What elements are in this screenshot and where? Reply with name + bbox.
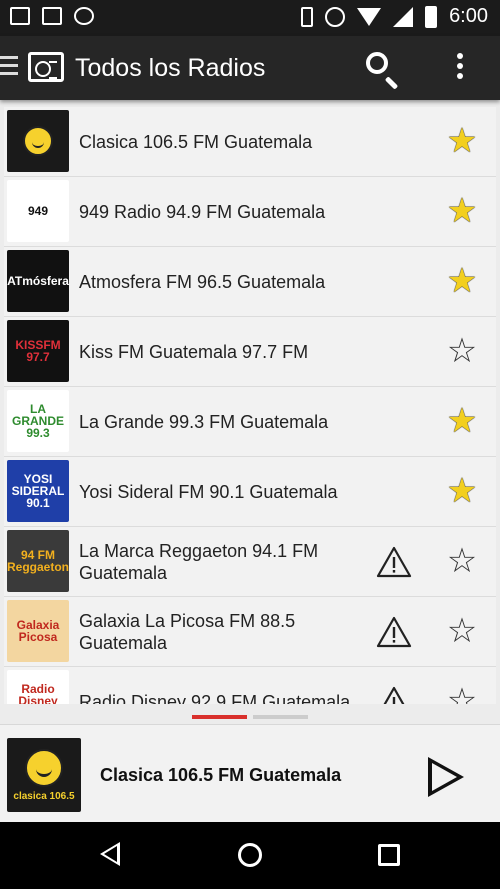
- signal-icon: [393, 6, 414, 27]
- station-row[interactable]: LA GRANDE 99.3 La Grande 99.3 FM Guatemal…: [4, 387, 496, 457]
- warning-icon[interactable]: [376, 545, 412, 579]
- station-name: Atmosfera FM 96.5 Guatemala: [79, 271, 326, 292]
- warning-icon[interactable]: [376, 615, 412, 649]
- station-name: La Grande 99.3 FM Guatemala: [79, 411, 329, 432]
- page-indicator-active: [192, 715, 247, 719]
- station-row[interactable]: 949 949 Radio 94.9 FM Guatemala ★: [4, 177, 496, 247]
- page-indicator: [0, 715, 500, 720]
- image-icon: [10, 7, 30, 25]
- station-logo: KISSFM 97.7: [7, 320, 69, 382]
- status-bar: 6:00: [0, 0, 500, 36]
- station-logo: Galaxia Picosa: [7, 600, 69, 662]
- station-name: Radio Disney 92.9 FM Guatemala: [79, 691, 351, 705]
- radio-icon[interactable]: [28, 52, 64, 82]
- play-icon[interactable]: [428, 757, 464, 797]
- station-logo-text: Galaxia Picosa: [16, 618, 60, 644]
- station-logo: LA GRANDE 99.3: [7, 390, 69, 452]
- station-logo-text: ATmósfera: [7, 274, 69, 288]
- station-list[interactable]: Clasica 106.5 FM Guatemala ★ 949 949 Radio …: [4, 107, 496, 704]
- station-name: La Marca Reggaeton 94.1 FM Guatemala: [79, 540, 319, 583]
- station-logo-text: LA GRANDE 99.3: [11, 402, 64, 440]
- station-row[interactable]: KISSFM 97.7 Kiss FM Guatemala 97.7 FM ☆: [4, 317, 496, 387]
- station-name: 949 Radio 94.9 FM Guatemala: [79, 201, 326, 222]
- station-logo: 949: [7, 180, 69, 242]
- page-indicator-inactive: [253, 715, 308, 719]
- station-name: Kiss FM Guatemala 97.7 FM: [79, 341, 309, 362]
- station-name: Galaxia La Picosa FM 88.5 Guatemala: [79, 610, 296, 653]
- station-logo: Radio Disney 929: [7, 670, 69, 704]
- alarm-icon: [325, 6, 346, 27]
- clock: 6:00: [449, 5, 488, 27]
- wifi-icon: [357, 7, 382, 26]
- globe-icon: [74, 7, 94, 25]
- station-logo: ATmósfera: [7, 250, 69, 312]
- app-bar: Todos los Radios: [0, 36, 500, 100]
- now-playing-title: Clasica 106.5 FM Guatemala: [100, 765, 342, 785]
- unfavorite-star-icon[interactable]: ☆: [442, 611, 482, 651]
- warning-icon[interactable]: [376, 685, 412, 704]
- now-playing-logo-text: clasica 106.5: [13, 790, 75, 802]
- recents-icon[interactable]: [378, 844, 400, 866]
- system-nav-bar: [0, 822, 500, 889]
- smiley-logo-icon: [25, 748, 63, 787]
- favorite-star-icon[interactable]: ★: [442, 191, 482, 231]
- station-row[interactable]: Clasica 106.5 FM Guatemala ★: [4, 107, 496, 177]
- station-row[interactable]: YOSI SIDERAL 90.1 Yosi Sideral FM 90.1 Gu…: [4, 457, 496, 527]
- unfavorite-star-icon[interactable]: ☆: [442, 541, 482, 581]
- favorite-star-icon[interactable]: ★: [442, 471, 482, 511]
- menu-icon[interactable]: [0, 56, 18, 80]
- favorite-star-icon[interactable]: ★: [442, 401, 482, 441]
- radio-notification-icon: [42, 7, 62, 25]
- station-row[interactable]: Radio Disney 929 Radio Disney 92.9 FM Gua…: [4, 667, 496, 704]
- station-row[interactable]: ATmósfera Atmosfera FM 96.5 Guatemala ★: [4, 247, 496, 317]
- station-row[interactable]: 94 FM Reggaeton La Marca Reggaeton 94.1 F…: [4, 527, 496, 597]
- vibrate-icon: [301, 6, 314, 27]
- station-logo-text: Radio Disney 929: [18, 682, 58, 704]
- station-logo: YOSI SIDERAL 90.1: [7, 460, 69, 522]
- smiley-logo-icon: [23, 126, 53, 156]
- page-title: Todos los Radios: [75, 54, 266, 82]
- station-name: Clasica 106.5 FM Guatemala: [79, 131, 313, 152]
- home-icon[interactable]: [238, 843, 262, 867]
- station-logo-text: 94 FM Reggaeton: [7, 548, 69, 574]
- station-name: Yosi Sideral FM 90.1 Guatemala: [79, 481, 338, 502]
- unfavorite-star-icon[interactable]: ☆: [442, 681, 482, 704]
- station-logo: [7, 110, 69, 172]
- station-logo: 94 FM Reggaeton: [7, 530, 69, 592]
- station-logo-text: KISSFM 97.7: [15, 338, 61, 364]
- station-logo-text: YOSI SIDERAL 90.1: [11, 472, 65, 510]
- station-logo-text: 949: [27, 204, 49, 218]
- overflow-menu-icon[interactable]: [457, 53, 465, 83]
- now-playing-logo: clasica 106.5: [7, 738, 81, 812]
- station-row[interactable]: Galaxia Picosa Galaxia La Picosa FM 88.5 …: [4, 597, 496, 667]
- favorite-star-icon[interactable]: ★: [442, 261, 482, 301]
- favorite-star-icon[interactable]: ★: [442, 121, 482, 161]
- search-icon[interactable]: [366, 52, 388, 74]
- now-playing-bar[interactable]: clasica 106.5 Clasica 106.5 FM Guatemala: [0, 724, 500, 823]
- back-icon[interactable]: [100, 842, 120, 866]
- unfavorite-star-icon[interactable]: ☆: [442, 331, 482, 371]
- battery-icon: [425, 5, 438, 28]
